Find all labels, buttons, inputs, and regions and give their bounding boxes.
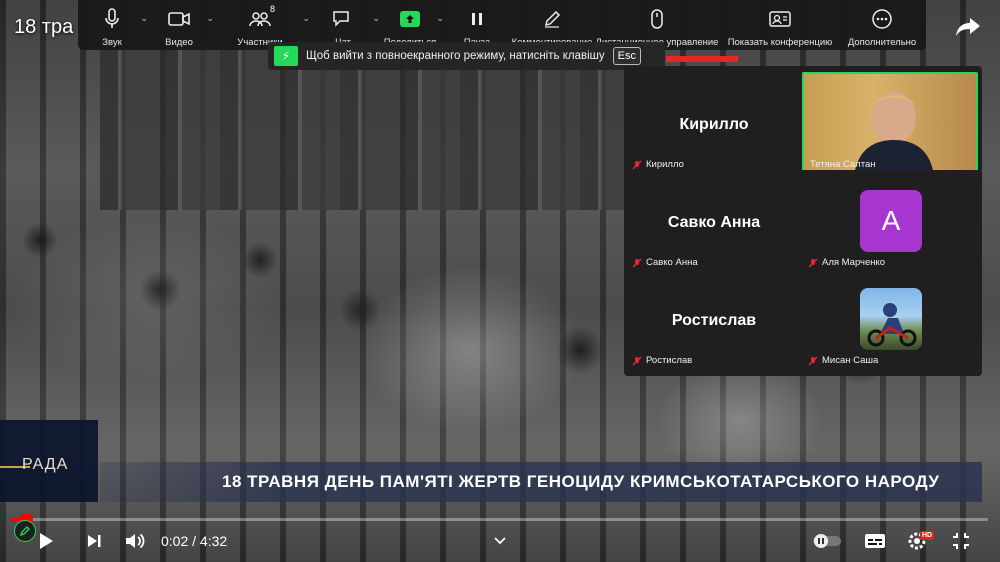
muted-mic-icon [632, 356, 642, 366]
avatar: A [860, 190, 922, 252]
subtitles-icon [865, 534, 885, 548]
more-icon [871, 7, 893, 31]
participants-gallery: Кирилло Кирилло Тетяна Салтан Савко Анна… [624, 66, 982, 376]
camera-icon [168, 7, 190, 31]
participant-tile[interactable]: Савко Анна Савко Анна [626, 170, 802, 272]
participant-caption: Савко Анна [632, 257, 698, 268]
muted-mic-icon [632, 258, 642, 268]
participant-caption: Кирилло [632, 159, 684, 170]
participant-caption: Тетяна Салтан [810, 159, 875, 170]
muted-mic-icon [632, 160, 642, 170]
participant-name-display: Кирилло [679, 116, 749, 133]
play-button[interactable] [34, 528, 58, 554]
show-meeting-icon [769, 7, 791, 31]
video-title-partial: 18 тра [14, 16, 74, 38]
autoplay-toggle[interactable] [812, 528, 842, 554]
participant-tile[interactable]: A Аля Марченко [802, 170, 978, 272]
participant-caption-name: Аля Марченко [822, 257, 886, 268]
participant-caption-name: Мисан Саша [822, 355, 879, 366]
esc-key-badge: Esc [612, 47, 641, 65]
participant-tile[interactable]: Ростислав Ростислав [626, 268, 802, 370]
microphone-icon [104, 7, 120, 31]
more-button[interactable]: Дополнительно [838, 0, 926, 50]
audio-label: Звук [102, 37, 122, 48]
stop-share-indicator[interactable] [666, 56, 738, 62]
participant-caption: Мисан Саша [808, 355, 878, 366]
video-progress-bar[interactable] [12, 513, 988, 526]
exit-fullscreen-button[interactable] [948, 528, 974, 554]
fullscreen-hint-text: Щоб вийти з повноекранного режиму, натис… [306, 50, 605, 62]
volume-icon [126, 533, 145, 549]
annotate-icon [543, 7, 561, 31]
participant-name-display: Савко Анна [667, 214, 761, 231]
participant-tile[interactable]: Мисан Саша [802, 268, 978, 370]
participant-caption-name: Кирилло [646, 159, 684, 170]
channel-logo: РАДА [22, 456, 69, 473]
volume-button[interactable] [122, 528, 148, 554]
muted-mic-icon [808, 258, 818, 268]
annotation-pen-icon[interactable] [14, 520, 36, 542]
time-display: 0:02 / 4:32 [161, 533, 228, 549]
participant-name-display: Ростислав [671, 312, 757, 329]
share-video-icon[interactable] [954, 14, 984, 42]
audio-button[interactable]: ⌄ Звук [78, 0, 148, 50]
participant-caption-name: Савко Анна [646, 257, 698, 268]
video-label: Видео [165, 37, 193, 48]
more-label: Дополнительно [847, 37, 917, 48]
participant-video-tile[interactable]: Тетяна Салтан [802, 72, 978, 174]
fullscreen-hint-bar: ⚡ Щоб вийти з повноекранного режиму, нат… [268, 42, 665, 70]
avatar [860, 288, 922, 350]
skip-next-icon [88, 535, 101, 547]
pause-icon [470, 7, 484, 31]
share-screen-icon [400, 7, 420, 31]
show-meeting-label: Показать конференцию [727, 37, 833, 48]
muted-mic-icon [808, 356, 818, 366]
play-icon [40, 533, 53, 549]
participants-icon [249, 7, 271, 31]
next-button[interactable] [82, 528, 106, 554]
zoom-shield-icon: ⚡ [274, 46, 298, 66]
chat-icon [332, 7, 354, 31]
hd-badge: HD [920, 531, 935, 540]
video-button[interactable]: ⌄ Видео [146, 0, 214, 50]
show-meeting-button[interactable]: Показать конференцию [722, 0, 838, 50]
participant-caption-name: Тетяна Салтан [810, 159, 876, 170]
chapters-chevron-icon[interactable] [490, 528, 510, 554]
subtitles-button[interactable] [862, 528, 888, 554]
participant-caption-name: Ростислав [646, 355, 693, 366]
participant-caption: Аля Марченко [808, 257, 885, 268]
remote-control-icon [650, 7, 664, 31]
participant-tile[interactable]: Кирилло Кирилло [626, 72, 802, 174]
participant-caption: Ростислав [632, 355, 692, 366]
exit-fullscreen-icon [953, 533, 969, 549]
lower-third-headline: 18 ТРАВНЯ ДЕНЬ ПАМ'ЯТІ ЖЕРТВ ГЕНОЦИДУ КР… [222, 472, 940, 491]
participants-count-badge: 8 [270, 4, 276, 14]
